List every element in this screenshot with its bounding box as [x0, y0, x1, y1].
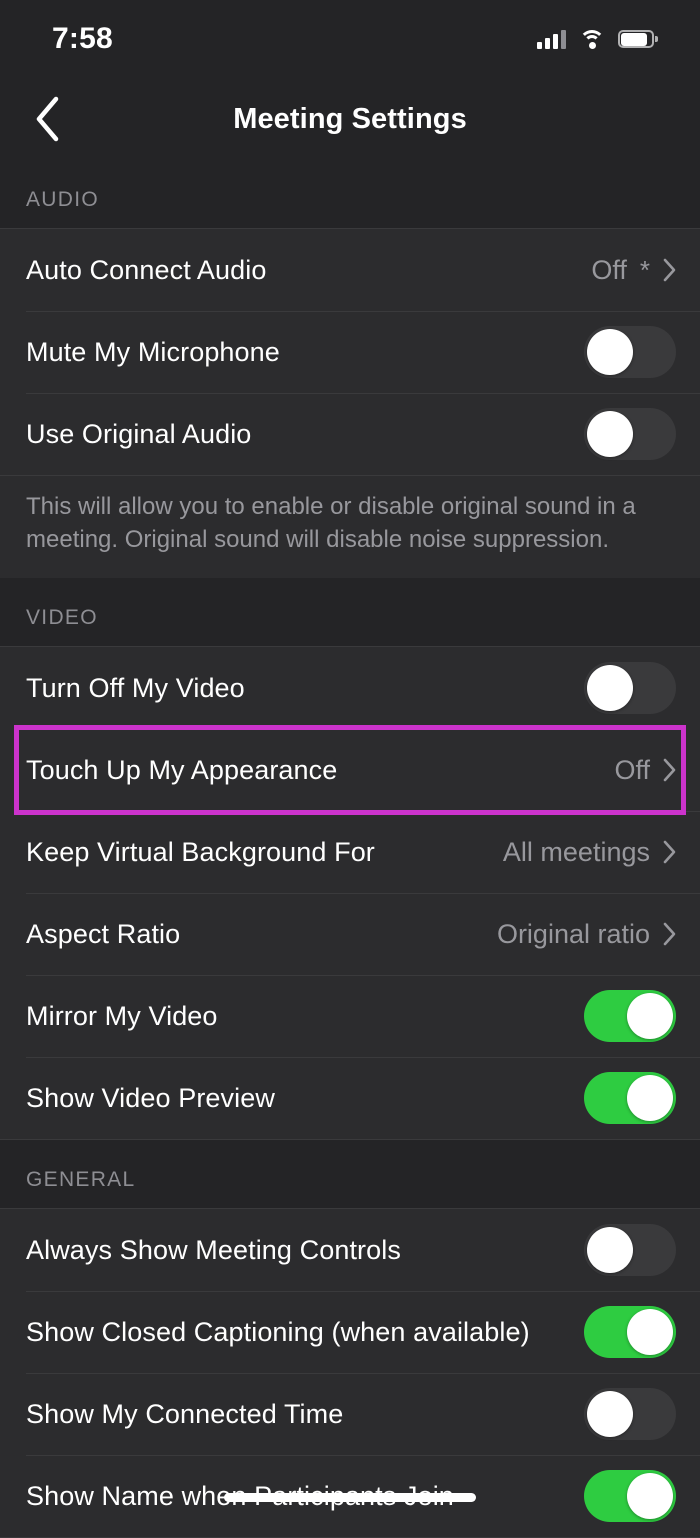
section-footnote: This will allow you to enable or disable…	[0, 476, 700, 579]
row-label: Touch Up My Appearance	[26, 754, 338, 785]
toggle-switch[interactable]	[584, 408, 676, 460]
settings-row-toggle[interactable]: Turn Off My Video	[0, 647, 700, 729]
status-bar: 7:58	[0, 0, 700, 78]
row-accessory	[584, 1388, 676, 1441]
battery-icon	[618, 30, 658, 48]
row-accessory: All meetings	[503, 837, 676, 868]
row-label: Show Closed Captioning (when available)	[26, 1316, 530, 1347]
row-label: Aspect Ratio	[26, 918, 181, 949]
toggle-knob	[627, 1473, 673, 1520]
row-accessory	[584, 408, 676, 460]
row-value: All meetings	[502, 836, 650, 867]
settings-row-disclosure[interactable]: Auto Connect Audio Off *	[0, 229, 700, 311]
row-label: Mirror My Video	[26, 1000, 218, 1031]
section-header: AUDIO	[0, 160, 700, 228]
settings-row-toggle[interactable]: Use Original Audio	[0, 393, 700, 475]
chevron-right-icon	[663, 258, 676, 282]
toggle-switch[interactable]	[584, 1388, 676, 1441]
toggle-switch[interactable]	[584, 662, 676, 715]
home-indicator	[224, 1493, 476, 1502]
disclosure-indicator	[663, 840, 676, 864]
toggle-switch[interactable]	[584, 1306, 676, 1359]
chevron-right-icon	[663, 758, 676, 782]
toggle-switch[interactable]	[584, 326, 676, 378]
section-header: VIDEO	[0, 578, 700, 647]
settings-row-toggle[interactable]: Show My Connected Time	[0, 1373, 700, 1455]
row-accessory	[584, 1470, 676, 1523]
row-accessory: Off *	[591, 255, 676, 286]
row-label: Use Original Audio	[26, 418, 252, 449]
disclosure-indicator	[663, 258, 676, 282]
toggle-knob	[627, 993, 673, 1040]
chevron-right-icon	[663, 840, 676, 864]
row-value: Off	[591, 254, 627, 285]
chevron-right-icon	[663, 922, 676, 946]
settings-row-toggle[interactable]: Show Closed Captioning (when available)	[0, 1291, 700, 1373]
settings-row-toggle[interactable]: Mirror My Video	[0, 975, 700, 1057]
settings-row-toggle[interactable]: Show Video Preview	[0, 1057, 700, 1139]
row-accessory: Off	[614, 755, 676, 786]
row-label: Turn Off My Video	[26, 672, 245, 703]
settings-row-disclosure[interactable]: Keep Virtual Background For All meetings	[0, 811, 700, 893]
settings-row-toggle[interactable]: Always Show Meeting Controls	[0, 1209, 700, 1291]
toggle-switch[interactable]	[584, 1224, 676, 1277]
toggle-knob	[587, 329, 633, 375]
settings-group: Auto Connect Audio Off * Mute My Microphone…	[0, 228, 700, 476]
status-bar-clock: 7:58	[52, 22, 113, 55]
toggle-knob	[627, 1309, 673, 1356]
row-label: Show My Connected Time	[26, 1398, 344, 1429]
settings-group: Turn Off My Video Touch Up My Appearance O…	[0, 646, 700, 1141]
row-label: Mute My Microphone	[26, 336, 280, 367]
toggle-knob	[587, 665, 633, 712]
settings-row-disclosure[interactable]: Touch Up My Appearance Off	[14, 725, 686, 816]
toggle-knob	[587, 1391, 633, 1438]
row-label: Auto Connect Audio	[26, 254, 267, 285]
row-accessory	[584, 990, 676, 1043]
settings-row-toggle[interactable]: Mute My Microphone	[0, 311, 700, 393]
status-bar-icons	[537, 29, 658, 49]
row-accessory	[584, 662, 676, 715]
toggle-switch[interactable]	[584, 1470, 676, 1523]
row-accessory	[584, 1306, 676, 1359]
disclosure-indicator	[663, 922, 676, 946]
row-accessory	[584, 1072, 676, 1125]
navigation-bar: Meeting Settings	[0, 78, 700, 160]
value-asterisk: *	[639, 254, 650, 285]
row-value: Off	[614, 754, 650, 785]
toggle-knob	[627, 1075, 673, 1122]
row-accessory	[584, 326, 676, 378]
row-label: Keep Virtual Background For	[26, 836, 375, 867]
row-accessory	[584, 1224, 676, 1277]
row-label: Show Video Preview	[26, 1082, 275, 1113]
wifi-icon	[579, 29, 605, 49]
row-accessory: Original ratio	[497, 919, 676, 950]
back-button[interactable]	[20, 92, 74, 146]
row-label: Always Show Meeting Controls	[26, 1234, 401, 1265]
settings-group: Always Show Meeting Controls Show Closed …	[0, 1208, 700, 1538]
disclosure-indicator	[663, 758, 676, 782]
toggle-knob	[587, 1227, 633, 1274]
chevron-left-icon	[36, 96, 59, 142]
settings-list: AUDIO Auto Connect Audio Off * Mute My Micro…	[0, 160, 700, 1538]
row-value: Original ratio	[496, 918, 650, 949]
toggle-switch[interactable]	[584, 1072, 676, 1125]
toggle-switch[interactable]	[584, 990, 676, 1043]
page-title: Meeting Settings	[233, 102, 467, 135]
toggle-knob	[587, 411, 633, 457]
signal-bars-icon	[537, 29, 566, 49]
section-header: GENERAL	[0, 1140, 700, 1209]
settings-row-disclosure[interactable]: Aspect Ratio Original ratio	[0, 893, 700, 975]
